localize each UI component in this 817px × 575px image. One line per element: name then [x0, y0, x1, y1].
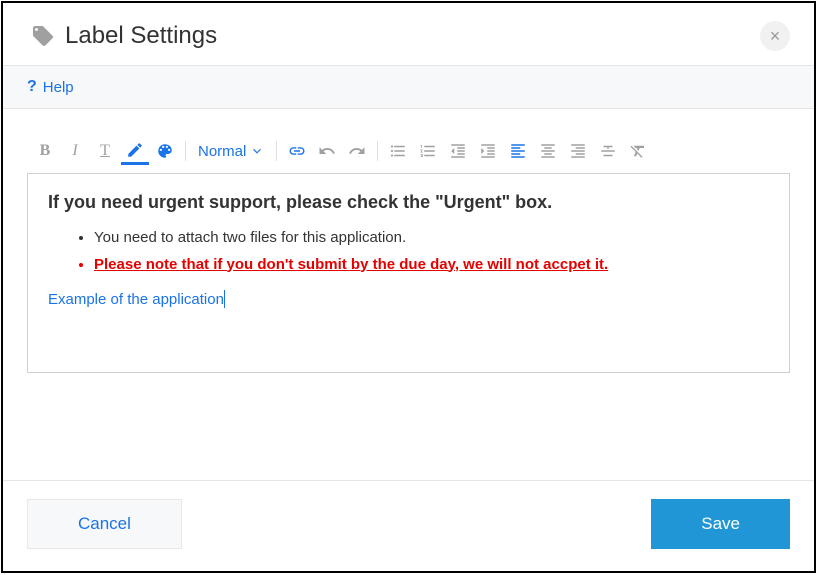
outdent-icon: [449, 142, 467, 160]
align-right-icon: [569, 142, 587, 160]
cancel-button[interactable]: Cancel: [27, 499, 182, 549]
undo-icon: [318, 142, 336, 160]
clear-format-button[interactable]: [624, 137, 652, 165]
label-settings-dialog: Label Settings × ? Help B I T Normal: [1, 1, 816, 573]
dialog-footer: Cancel Save: [3, 480, 814, 571]
tag-icon: [31, 24, 55, 48]
indent-button[interactable]: [474, 137, 502, 165]
help-link[interactable]: ? Help: [27, 78, 74, 96]
palette-icon: [156, 142, 174, 160]
text-cursor: [224, 290, 225, 308]
close-icon: ×: [770, 26, 781, 47]
underline-button[interactable]: T: [91, 137, 119, 165]
help-bar: ? Help: [3, 66, 814, 109]
content-list: You need to attach two files for this ap…: [48, 227, 769, 276]
dialog-title: Label Settings: [65, 22, 217, 50]
highlight-button[interactable]: [121, 137, 149, 165]
content-heading: If you need urgent support, please check…: [48, 192, 769, 213]
italic-button[interactable]: I: [61, 137, 89, 165]
redo-icon: [348, 142, 366, 160]
indent-icon: [479, 142, 497, 160]
list-item: You need to attach two files for this ap…: [94, 227, 769, 250]
format-select[interactable]: Normal: [192, 143, 270, 160]
redo-button[interactable]: [343, 137, 371, 165]
undo-button[interactable]: [313, 137, 341, 165]
save-button[interactable]: Save: [651, 499, 790, 549]
align-left-icon: [509, 142, 527, 160]
align-right-button[interactable]: [564, 137, 592, 165]
align-center-button[interactable]: [534, 137, 562, 165]
outdent-button[interactable]: [444, 137, 472, 165]
bullet-list-button[interactable]: [384, 137, 412, 165]
list-item: Please note that if you don't submit by …: [94, 254, 769, 277]
toolbar-separator: [185, 141, 186, 161]
dialog-header: Label Settings ×: [3, 3, 814, 66]
color-button[interactable]: [151, 137, 179, 165]
bold-button[interactable]: B: [31, 137, 59, 165]
toolbar-separator: [276, 141, 277, 161]
link-icon: [288, 142, 306, 160]
link-button[interactable]: [283, 137, 311, 165]
strikethrough-icon: [599, 142, 617, 160]
content-link-text: Example of the application: [48, 291, 225, 308]
toolbar-separator: [377, 141, 378, 161]
close-button[interactable]: ×: [760, 21, 790, 51]
title-group: Label Settings: [31, 22, 217, 50]
editor-toolbar: B I T Normal: [27, 129, 790, 173]
help-label: Help: [43, 79, 74, 96]
chevron-down-icon: [250, 144, 264, 158]
strikethrough-button[interactable]: [594, 137, 622, 165]
help-icon: ?: [27, 78, 37, 96]
editor-area: B I T Normal: [3, 109, 814, 480]
align-left-button[interactable]: [504, 137, 532, 165]
pencil-icon: [126, 141, 144, 159]
numbered-list-button[interactable]: [414, 137, 442, 165]
editor-content[interactable]: If you need urgent support, please check…: [27, 173, 790, 373]
bullet-list-icon: [389, 142, 407, 160]
format-label: Normal: [198, 143, 246, 160]
clear-format-icon: [629, 142, 647, 160]
align-center-icon: [539, 142, 557, 160]
numbered-list-icon: [419, 142, 437, 160]
